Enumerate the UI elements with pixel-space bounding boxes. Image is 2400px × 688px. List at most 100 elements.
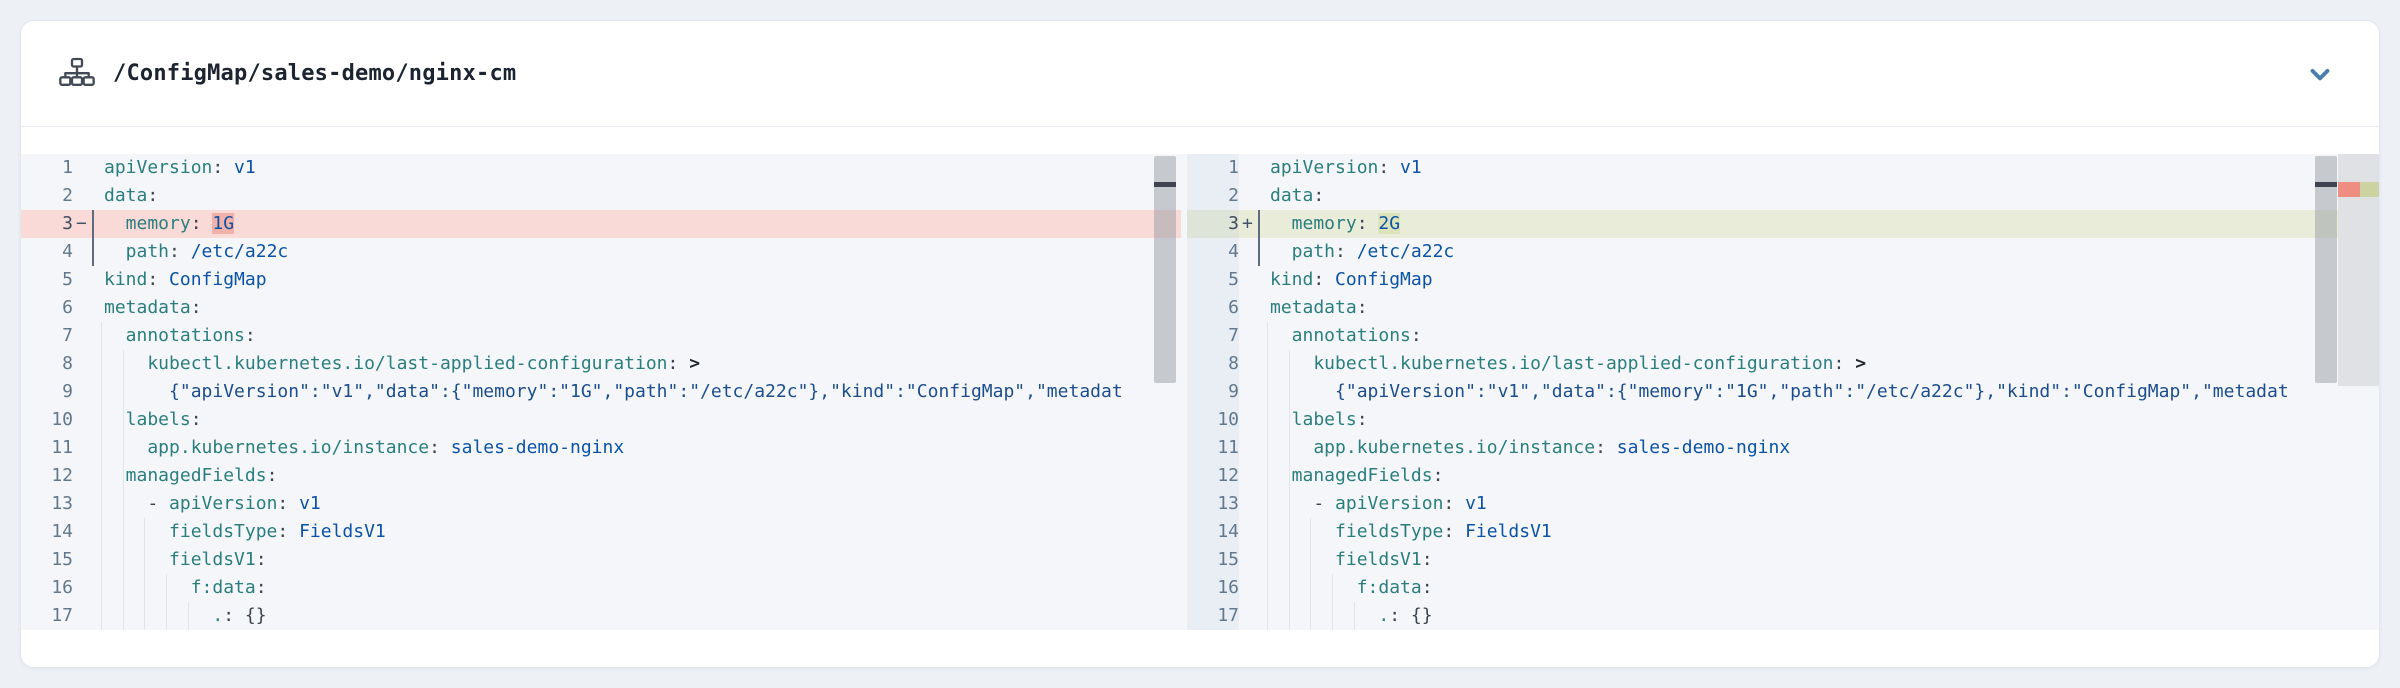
code-token: : xyxy=(191,213,202,234)
code-line[interactable]: 12 managedFields: xyxy=(21,462,1181,490)
line-content: path: /etc/a22c xyxy=(1270,238,2380,266)
scrollbar-thumb-modified[interactable] xyxy=(2315,156,2337,383)
diff-overview-ruler xyxy=(2338,154,2380,386)
code-line[interactable]: 10 labels: xyxy=(21,406,1181,434)
line-content: kind: ConfigMap xyxy=(1270,266,2380,294)
code-line[interactable]: 9 {"apiVersion":"v1","data":{"memory":"1… xyxy=(1187,378,2380,406)
code-token: v1 xyxy=(288,493,321,514)
code-token xyxy=(202,213,213,234)
line-content: .: {} xyxy=(104,602,1181,630)
card-header: /ConfigMap/sales-demo/nginx-cm xyxy=(21,21,2379,127)
line-content: fieldsType: FieldsV1 xyxy=(1270,518,2380,546)
code-token: fieldsType xyxy=(104,521,277,542)
code-token: : xyxy=(267,465,278,486)
code-line[interactable]: 5 kind: ConfigMap xyxy=(1187,266,2380,294)
diff-marker xyxy=(1239,322,1270,350)
code-token: : xyxy=(1411,325,1422,346)
line-number: 14 xyxy=(1187,518,1239,546)
line-number: 11 xyxy=(1187,434,1239,462)
code-line[interactable]: 16 f:data: xyxy=(21,574,1181,602)
indent-guide xyxy=(188,602,189,630)
line-content: memory: 1G xyxy=(104,210,1181,238)
code-line[interactable]: 9 {"apiVersion":"v1","data":{"memory":"1… xyxy=(21,378,1181,406)
code-token: {} xyxy=(1400,605,1433,626)
code-line[interactable]: 2data: xyxy=(1187,182,2380,210)
scrollbar-thumb-original[interactable] xyxy=(1154,156,1176,383)
code-token: : xyxy=(1433,465,1444,486)
code-line[interactable]: 15 fieldsV1: xyxy=(1187,546,2380,574)
code-line[interactable]: 16 f:data: xyxy=(1187,574,2380,602)
line-content: metadata: xyxy=(104,294,1181,322)
line-number: 5 xyxy=(1187,266,1239,294)
code-line[interactable]: 8 kubectl.kubernetes.io/last-applied-con… xyxy=(21,350,1181,378)
ruler-added-mark xyxy=(2360,182,2380,197)
code-line[interactable]: 6metadata: xyxy=(1187,294,2380,322)
code-token: : xyxy=(256,577,267,598)
code-line[interactable]: 6metadata: xyxy=(21,294,1181,322)
collapse-button[interactable] xyxy=(2301,55,2339,93)
code-line[interactable]: 4 path: /etc/a22c xyxy=(1187,238,2380,266)
code-token: FieldsV1 xyxy=(288,521,386,542)
code-token: sales-demo-nginx xyxy=(1606,437,1790,458)
code-line[interactable]: 1apiVersion: v1 xyxy=(21,154,1181,182)
code-line[interactable]: 15 fieldsV1: xyxy=(21,546,1181,574)
code-token: kubectl.kubernetes.io/last-applied-confi… xyxy=(1270,353,1834,374)
code-line[interactable]: 1apiVersion: v1 xyxy=(1187,154,2380,182)
code-line[interactable]: 17 .: {} xyxy=(1187,602,2380,630)
code-line[interactable]: 3− memory: 1G xyxy=(21,210,1181,238)
code-line[interactable]: 11 app.kubernetes.io/instance: sales-dem… xyxy=(21,434,1181,462)
diff-marker xyxy=(73,182,104,210)
code-line[interactable]: 13 - apiVersion: v1 xyxy=(21,490,1181,518)
line-content: managedFields: xyxy=(1270,462,2380,490)
line-content: .: {} xyxy=(1270,602,2380,630)
scrollbar-diff-mark-original xyxy=(1154,182,1176,187)
code-token: app.kubernetes.io/instance xyxy=(1270,437,1595,458)
code-line[interactable]: 8 kubectl.kubernetes.io/last-applied-con… xyxy=(1187,350,2380,378)
code-line[interactable]: 10 labels: xyxy=(1187,406,2380,434)
diff-editor: 1apiVersion: v12data:3− memory: 1G4 path… xyxy=(21,154,2380,630)
diff-marker xyxy=(73,574,104,602)
code-token: managedFields xyxy=(104,465,267,486)
code-line[interactable]: 11 app.kubernetes.io/instance: sales-dem… xyxy=(1187,434,2380,462)
line-number: 3 xyxy=(21,210,73,238)
code-token: : xyxy=(1357,297,1368,318)
line-number: 4 xyxy=(1187,238,1239,266)
code-line[interactable]: 3+ memory: 2G xyxy=(1187,210,2380,238)
code-line[interactable]: 7 annotations: xyxy=(1187,322,2380,350)
indent-guide xyxy=(101,322,102,630)
code-line[interactable]: 17 .: {} xyxy=(21,602,1181,630)
code-line[interactable]: 12 managedFields: xyxy=(1187,462,2380,490)
code-token: - xyxy=(104,493,169,514)
code-line[interactable]: 4 path: /etc/a22c xyxy=(21,238,1181,266)
code-token: ConfigMap xyxy=(158,269,266,290)
code-token: f:data xyxy=(104,577,256,598)
diff-marker xyxy=(73,294,104,322)
line-number: 16 xyxy=(1187,574,1239,602)
code-token: : xyxy=(1834,353,1845,374)
code-token: : xyxy=(1378,157,1389,178)
code-token: > xyxy=(678,353,700,374)
diff-marker: + xyxy=(1239,210,1270,238)
diff-pane-original[interactable]: 1apiVersion: v12data:3− memory: 1G4 path… xyxy=(21,154,1181,630)
code-token: fieldsV1 xyxy=(104,549,256,570)
code-line[interactable]: 14 fieldsType: FieldsV1 xyxy=(21,518,1181,546)
diff-marker xyxy=(73,350,104,378)
code-line[interactable]: 5kind: ConfigMap xyxy=(21,266,1181,294)
code-token: : xyxy=(169,241,180,262)
code-token: : xyxy=(1357,213,1368,234)
code-token: : xyxy=(223,605,234,626)
diff-marker xyxy=(1239,574,1270,602)
line-content: path: /etc/a22c xyxy=(104,238,1181,266)
code-token: . xyxy=(1270,605,1389,626)
code-line[interactable]: 13 - apiVersion: v1 xyxy=(1187,490,2380,518)
code-line[interactable]: 7 annotations: xyxy=(21,322,1181,350)
code-token: fieldsV1 xyxy=(1270,549,1422,570)
code-token: fieldsType xyxy=(1270,521,1443,542)
code-token: labels xyxy=(104,409,191,430)
diff-pane-modified[interactable]: 1apiVersion: v12data:3+ memory: 2G4 path… xyxy=(1187,154,2380,630)
indent-guide xyxy=(166,574,167,630)
code-line[interactable]: 2data: xyxy=(21,182,1181,210)
code-token: app.kubernetes.io/instance xyxy=(104,437,429,458)
chevron-down-icon xyxy=(2305,59,2335,89)
code-line[interactable]: 14 fieldsType: FieldsV1 xyxy=(1187,518,2380,546)
